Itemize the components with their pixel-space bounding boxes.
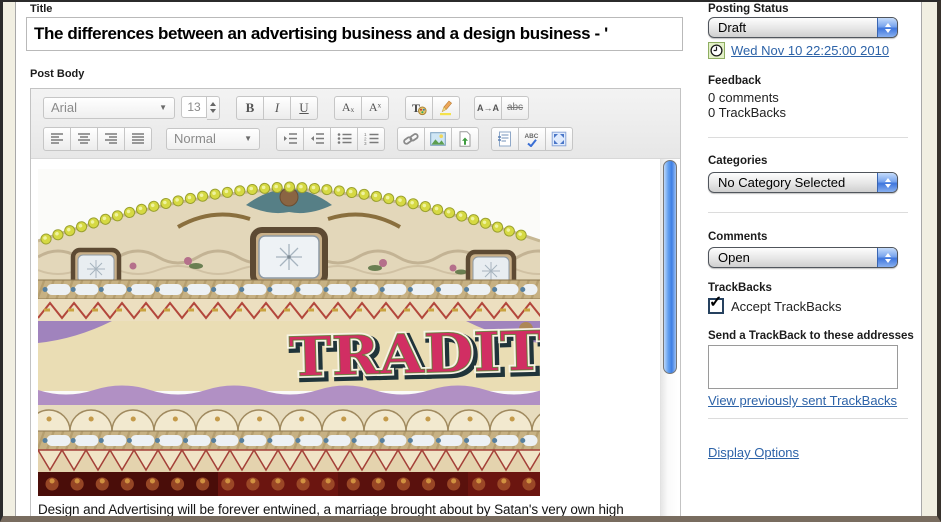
accept-trackbacks-checkbox[interactable]: ✓	[708, 298, 724, 314]
editor-scrollbar[interactable]	[660, 159, 678, 522]
posting-status-label: Posting Status	[708, 3, 789, 15]
left-gutter	[3, 2, 16, 516]
checkmark-icon: ✓	[709, 292, 722, 312]
image-sign-text-outline: TRADITIONAL	[288, 313, 540, 389]
align-right-icon	[104, 132, 118, 145]
feedback-label: Feedback	[708, 75, 761, 87]
insert-file-button[interactable]	[451, 127, 479, 151]
post-image[interactable]: TRADITIONAL TRADITIONAL TRADITIONAL	[38, 169, 540, 496]
align-center-icon	[77, 132, 91, 145]
align-right-button[interactable]	[97, 127, 125, 151]
outdent-icon	[310, 132, 325, 145]
stepper-up-icon	[210, 102, 216, 106]
paragraph-style-select[interactable]: Normal ▼	[166, 128, 260, 150]
comments-value: Open	[718, 250, 750, 265]
outdent-button[interactable]	[303, 127, 331, 151]
file-upload-icon	[457, 131, 473, 147]
align-left-icon	[50, 132, 64, 145]
svg-text:ABC: ABC	[525, 133, 539, 140]
entry-edit-window: Title The differences between an adverti…	[0, 0, 941, 522]
clock-icon	[708, 42, 725, 59]
main-panel: Title The differences between an adverti…	[16, 2, 921, 516]
align-justify-icon	[131, 132, 145, 145]
text-color-icon: T	[411, 100, 427, 116]
font-family-select[interactable]: Arial ▼	[43, 97, 175, 119]
title-label: Title	[30, 3, 52, 15]
link-icon	[403, 131, 419, 147]
strikethrough-button[interactable]: abc	[501, 96, 529, 120]
text-color-button[interactable]: T	[405, 96, 433, 120]
categories-select[interactable]: No Category Selected	[708, 172, 898, 193]
fullscreen-icon	[551, 131, 567, 147]
paragraph-style-value: Normal	[174, 131, 216, 146]
trackback-addresses-textarea[interactable]	[708, 345, 898, 389]
divider	[708, 418, 908, 419]
right-gutter	[921, 2, 937, 516]
posting-status-value: Draft	[718, 20, 746, 35]
editor-toolbar: Arial ▼ 13 B I U	[31, 89, 680, 159]
chevron-down-icon: ▼	[244, 134, 252, 143]
bold-button[interactable]: B	[236, 96, 264, 120]
bullet-list-icon	[337, 132, 352, 145]
italic-button[interactable]: I	[263, 96, 291, 120]
highlighter-icon	[438, 100, 454, 116]
font-size-value[interactable]: 13	[181, 96, 207, 118]
font-family-value: Arial	[51, 100, 77, 115]
select-stepper-icon	[877, 18, 897, 37]
divider	[708, 137, 908, 138]
comments-count: 0 comments	[708, 90, 779, 105]
categories-label: Categories	[708, 155, 767, 167]
entry-sidebar: Posting Status Draft Wed Nov 10 22:25:00…	[708, 2, 913, 516]
comments-select[interactable]: Open	[708, 247, 898, 268]
title-input[interactable]: The differences between an advertising b…	[26, 17, 683, 51]
spellcheck-button[interactable]: ABC	[518, 127, 546, 151]
spellcheck-icon: ABC	[524, 131, 540, 147]
indent-button[interactable]	[276, 127, 304, 151]
font-change-button[interactable]: A→A	[474, 96, 502, 120]
underline-button[interactable]: U	[290, 96, 318, 120]
align-justify-button[interactable]	[124, 127, 152, 151]
send-trackback-label: Send a TrackBack to these addresses	[708, 330, 914, 342]
view-sent-trackbacks-link[interactable]: View previously sent TrackBacks	[708, 393, 897, 408]
posting-status-select[interactable]: Draft	[708, 17, 898, 38]
chevron-down-icon: ▼	[159, 103, 167, 112]
accept-trackbacks-label: Accept TrackBacks	[731, 299, 842, 314]
display-options-link[interactable]: Display Options	[708, 445, 799, 460]
numbered-list-button[interactable]: 123	[357, 127, 385, 151]
superscript-button[interactable]: Aˣ	[361, 96, 389, 120]
page-icon	[497, 131, 513, 147]
numbered-list-icon: 123	[364, 132, 379, 145]
rich-text-editor: Arial ▼ 13 B I U	[30, 88, 681, 522]
post-body-label: Post Body	[30, 68, 84, 80]
stepper-down-icon	[210, 109, 216, 113]
categories-value: No Category Selected	[718, 175, 845, 190]
image-icon	[430, 131, 446, 147]
trackbacks-count: 0 TrackBacks	[708, 105, 786, 120]
subscript-button[interactable]: Aₓ	[334, 96, 362, 120]
font-size-stepper[interactable]	[207, 96, 220, 120]
select-stepper-icon	[877, 248, 897, 267]
insert-link-button[interactable]	[397, 127, 425, 151]
page-preview-button[interactable]	[491, 127, 519, 151]
comments-setting-label: Comments	[708, 231, 767, 243]
highlight-button[interactable]	[432, 96, 460, 120]
scrollbar-thumb[interactable]	[663, 160, 677, 374]
publish-date-link[interactable]: Wed Nov 10 22:25:00 2010	[731, 43, 889, 58]
select-stepper-icon	[877, 173, 897, 192]
fullscreen-button[interactable]	[545, 127, 573, 151]
bullet-list-button[interactable]	[330, 127, 358, 151]
align-center-button[interactable]	[70, 127, 98, 151]
insert-image-button[interactable]	[424, 127, 452, 151]
indent-icon	[283, 132, 298, 145]
post-body-paragraph[interactable]: Design and Advertising will be forever e…	[38, 502, 658, 517]
divider	[708, 212, 908, 213]
align-left-button[interactable]	[43, 127, 71, 151]
svg-text:3: 3	[364, 141, 367, 145]
editor-content-area[interactable]: TRADITIONAL TRADITIONAL TRADITIONAL	[31, 159, 680, 522]
